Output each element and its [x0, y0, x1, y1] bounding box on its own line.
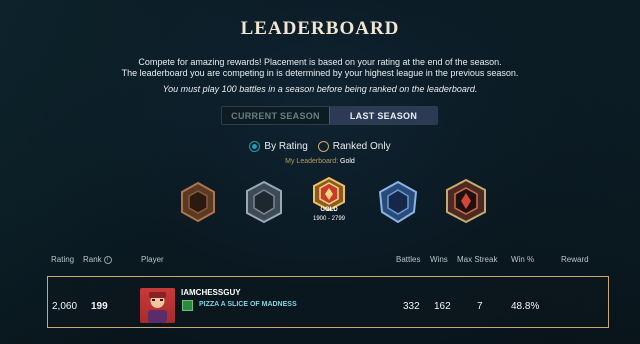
row-battles: 332 [403, 301, 420, 312]
selected-league-name: GOLD [320, 207, 338, 213]
selected-league-range: 1900 - 2799 [312, 216, 346, 222]
by-rating-radio[interactable]: By Rating [249, 141, 308, 152]
col-player: Player [141, 255, 164, 264]
by-rating-label: By Rating [264, 141, 308, 152]
col-rank-label: Rank [83, 255, 102, 264]
avatar[interactable] [140, 288, 175, 323]
clan-name[interactable]: PIZZA A SLICE OF MADNESS [199, 301, 297, 308]
col-rank[interactable]: Rank i [83, 255, 112, 264]
col-wins[interactable]: Wins [430, 255, 448, 264]
platinum-league-icon[interactable] [376, 180, 420, 224]
row-rank: 199 [91, 301, 108, 312]
gold-league-icon[interactable] [307, 176, 351, 212]
ranked-only-label: Ranked Only [332, 141, 391, 152]
my-leaderboard-label: My Leaderboard: [285, 158, 339, 165]
tab-current-season[interactable]: CURRENT SEASON [222, 107, 329, 124]
row-win-pct: 48.8% [511, 301, 540, 312]
col-rating[interactable]: Rating [51, 255, 74, 264]
row-max-streak: 7 [477, 301, 483, 312]
diamond-league-icon[interactable] [443, 178, 489, 224]
clan-badge-icon [182, 300, 193, 311]
my-leaderboard-value: Gold [340, 158, 355, 165]
league-badges [0, 175, 640, 235]
filter-radios: By Rating Ranked Only [0, 141, 640, 152]
my-leaderboard: My Leaderboard: Gold [0, 158, 640, 165]
description-line-1: Compete for amazing rewards! Placement i… [138, 57, 502, 67]
row-rating: 2,060 [52, 301, 78, 312]
ranked-only-radio[interactable]: Ranked Only [317, 141, 391, 152]
col-battles[interactable]: Battles [396, 255, 420, 264]
season-tabs: CURRENT SEASON LAST SEASON [221, 106, 438, 125]
description: Compete for amazing rewards! Placement i… [0, 57, 640, 79]
description-line-2: The leaderboard you are competing in is … [121, 68, 519, 78]
silver-league-icon[interactable] [242, 180, 286, 224]
row-wins: 162 [434, 301, 451, 312]
table-row[interactable]: 2,060 199 IAMCHESSGUY PIZZA A SLICE OF M… [47, 276, 609, 328]
player-name[interactable]: IAMCHESSGUY [181, 288, 241, 297]
radio-unselected-icon [317, 141, 329, 152]
bronze-league-icon[interactable] [176, 180, 220, 224]
col-reward: Reward [561, 255, 589, 264]
col-win-pct[interactable]: Win % [511, 255, 534, 264]
table-header: Rating Rank i Player Battles Wins Max Str… [0, 255, 640, 267]
col-max-streak[interactable]: Max Streak [457, 255, 497, 264]
info-icon[interactable]: i [103, 255, 112, 264]
page-title: LEADERBOARD [240, 18, 400, 39]
tab-last-season[interactable]: LAST SEASON [329, 107, 437, 124]
radio-selected-icon [249, 141, 261, 152]
requirement-note: You must play 100 battles in a season be… [162, 84, 478, 94]
